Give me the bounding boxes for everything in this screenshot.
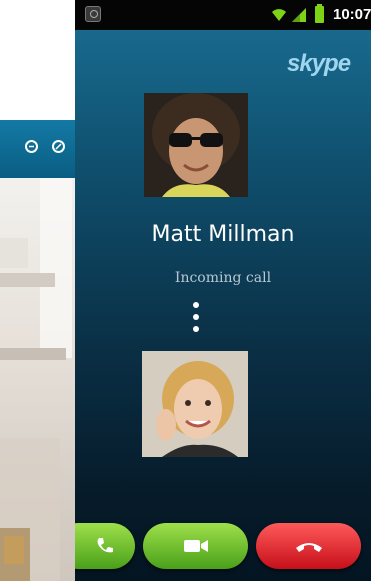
restore-icon[interactable]: [52, 140, 65, 153]
phone-screen: 10:07 skype Matt Millman Incoming call: [75, 0, 371, 581]
decline-call-button[interactable]: [256, 523, 361, 569]
video-camera-icon: [184, 540, 208, 552]
window-titlebar: [0, 120, 77, 178]
hang-up-icon: [296, 543, 322, 552]
battery-icon: [315, 4, 324, 23]
caller-avatar: [144, 93, 248, 197]
caller-name: Matt Millman: [151, 222, 295, 247]
minimize-icon[interactable]: [25, 140, 38, 153]
call-action-bar: [75, 520, 371, 581]
notification-icon: [85, 6, 101, 22]
connecting-indicator: [191, 302, 201, 338]
status-bar: 10:07: [75, 0, 371, 30]
skype-logo: skype: [287, 50, 351, 77]
desktop-skype-window: [0, 120, 79, 581]
answer-video-button[interactable]: [143, 523, 248, 569]
wifi-icon: [272, 9, 286, 21]
video-preview: [0, 178, 77, 581]
answer-audio-button[interactable]: [75, 523, 135, 569]
signal-icon: [292, 8, 306, 22]
self-avatar: [142, 351, 248, 457]
call-status: Incoming call: [174, 270, 272, 286]
status-time: 10:07: [333, 6, 371, 23]
phone-icon: [97, 538, 113, 553]
